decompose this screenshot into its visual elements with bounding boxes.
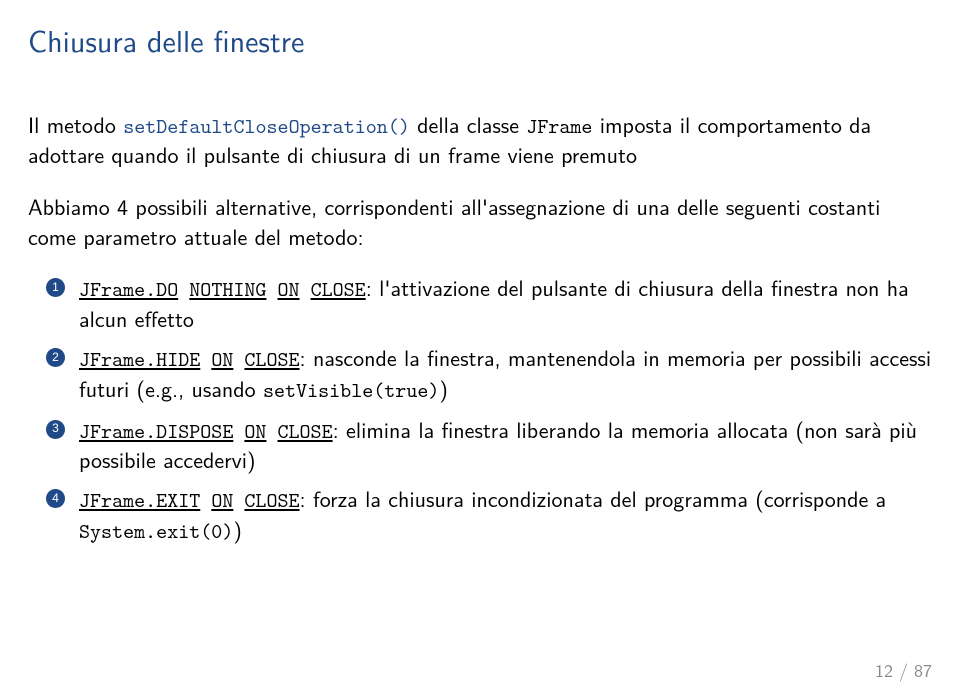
list-item: 2 JFrame.HIDE ON CLOSE: nasconde la fine… (28, 343, 932, 404)
bullet-number: 1 (46, 278, 65, 297)
page-number: 12 / 87 (875, 656, 932, 683)
item-tail-code: setVisible(true) (263, 376, 439, 404)
item-tail-text: ) (439, 372, 448, 404)
bullet-number: 3 (46, 420, 65, 439)
p1-text-b: della classe (410, 108, 526, 140)
list-item: 4 JFrame.EXIT ON CLOSE: forza la chiusur… (28, 484, 932, 545)
item-body: JFrame.EXIT ON CLOSE: forza la chiusura … (79, 484, 932, 545)
enumerated-list: 1 JFrame.DO NOTHING ON CLOSE: l'attivazi… (28, 273, 932, 545)
item-body: JFrame.DO NOTHING ON CLOSE: l'attivazion… (79, 273, 932, 333)
item-code: JFrame.HIDE ON CLOSE (79, 345, 300, 373)
item-body: JFrame.HIDE ON CLOSE: nasconde la finest… (79, 343, 932, 404)
item-code: JFrame.EXIT ON CLOSE (79, 486, 300, 514)
item-text: : forza la chiusura incondizionata del p… (300, 482, 887, 514)
p1-code-1: setDefaultCloseOperation() (123, 112, 410, 140)
bullet-number: 2 (46, 348, 65, 367)
list-item: 3 JFrame.DISPOSE ON CLOSE: elimina la fi… (28, 415, 932, 475)
p1-text-a: Il metodo (28, 108, 123, 140)
item-body: JFrame.DISPOSE ON CLOSE: elimina la fine… (79, 415, 932, 475)
item-code: JFrame.DO NOTHING ON CLOSE (79, 275, 366, 303)
paragraph-1: Il metodo setDefaultCloseOperation() del… (28, 110, 932, 170)
bullet-number: 4 (46, 489, 65, 508)
item-tail-text: ) (233, 513, 242, 545)
list-item: 1 JFrame.DO NOTHING ON CLOSE: l'attivazi… (28, 273, 932, 333)
paragraph-2: Abbiamo 4 possibili alternative, corrisp… (28, 192, 932, 251)
p1-code-2: JFrame (526, 112, 592, 140)
slide-title: Chiusura delle finestre (28, 18, 932, 62)
item-tail-code: System.exit(0) (79, 517, 233, 545)
item-code: JFrame.DISPOSE ON CLOSE (79, 417, 333, 445)
